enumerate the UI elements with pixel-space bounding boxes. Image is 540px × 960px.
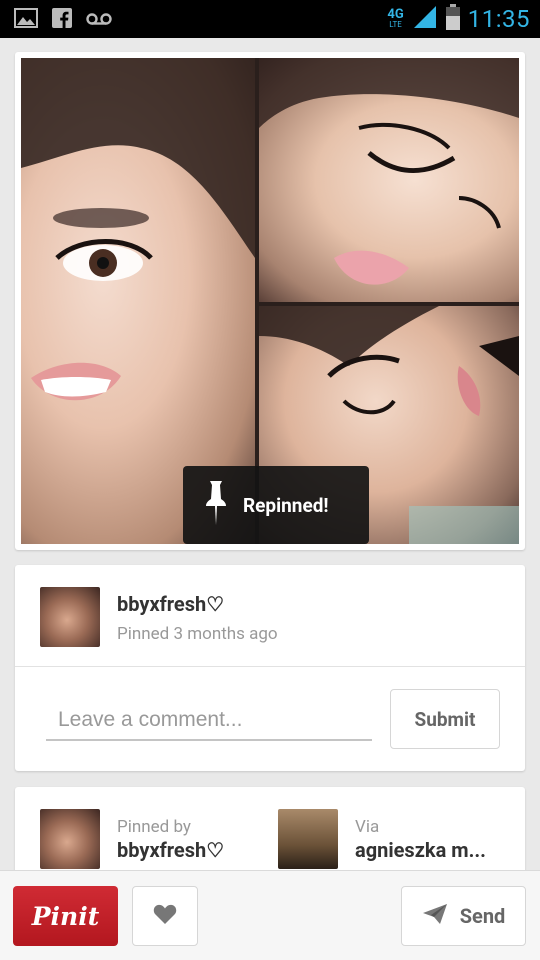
comment-input[interactable] [46,701,372,741]
collage-divider-horizontal [259,302,519,306]
via-label: Via [355,817,380,837]
pin-image-card: Repinned! [15,52,525,550]
pinner-info[interactable]: bbyxfresh♡ Pinned 3 months ago [40,587,278,647]
send-button[interactable]: Send [401,886,526,946]
status-bar: 4G LTE 11:35 [0,0,540,38]
pinner-avatar[interactable] [40,587,100,647]
facebook-icon [52,8,72,32]
system-indicators: 4G LTE 11:35 [387,4,530,34]
network-indicator: 4G LTE [387,8,403,29]
gallery-icon [14,8,38,32]
pushpin-icon [205,480,227,530]
pinit-button[interactable]: Pinit [13,886,118,946]
submit-comment-button[interactable]: Submit [390,689,500,749]
pin-details-card: bbyxfresh♡ Pinned 3 months ago Submit [15,565,525,771]
pinned-by-text: Pinned by bbyxfresh♡ [117,809,257,869]
toast-label: Repinned! [243,493,329,517]
voicemail-icon [86,11,112,30]
heart-icon [153,903,177,929]
repinned-toast: Repinned! [183,466,369,544]
pinner-name[interactable]: bbyxfresh♡ [117,592,278,616]
bottom-action-bar: Pinit Send [0,870,540,960]
send-label: Send [459,904,506,928]
clock: 11:35 [467,5,530,33]
card-divider [15,666,525,667]
paper-plane-icon [422,903,448,930]
pinned-by-block[interactable]: Pinned by bbyxfresh♡ [40,809,257,869]
battery-icon [445,4,460,34]
via-avatar[interactable] [278,809,338,869]
signal-icon [412,4,438,34]
pinned-by-label: Pinned by [117,817,191,837]
pin-image[interactable]: Repinned! [21,58,519,544]
pinned-by-name[interactable]: bbyxfresh♡ [117,838,257,862]
collage-photo-top-right [259,58,519,302]
via-name[interactable]: agnieszka m... [355,838,495,862]
network-subtype: LTE [389,20,402,29]
notification-icons [14,8,112,32]
like-button[interactable] [132,886,198,946]
via-text: Via agnieszka m... [355,809,495,869]
pinned-by-avatar[interactable] [40,809,100,869]
pinned-time: Pinned 3 months ago [117,624,278,644]
pinner-text: bbyxfresh♡ Pinned 3 months ago [117,587,278,647]
via-block[interactable]: Via agnieszka m... [278,809,495,869]
